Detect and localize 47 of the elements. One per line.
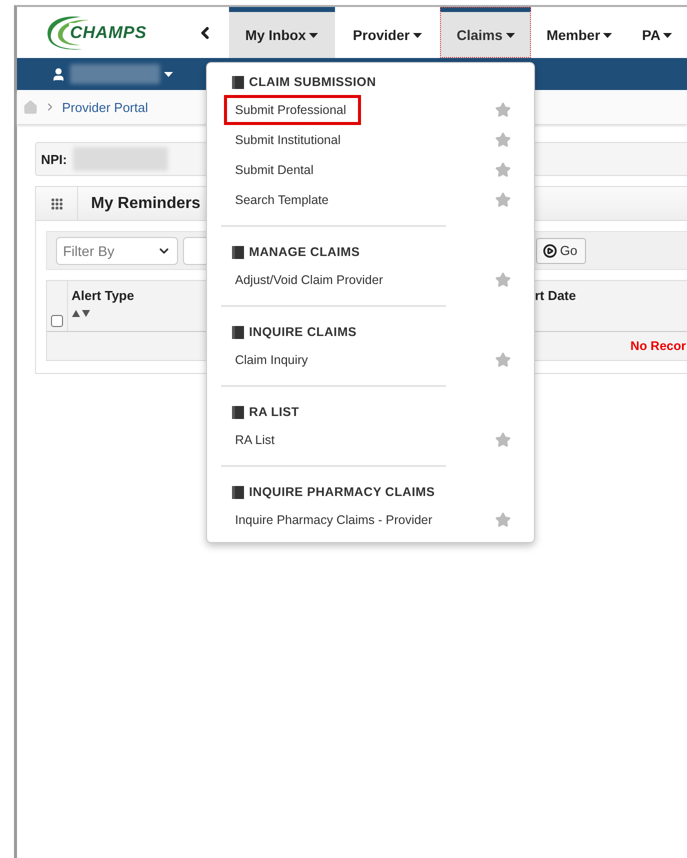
book-icon: [232, 76, 244, 88]
breadcrumb-link[interactable]: Provider Portal: [62, 100, 148, 114]
nav-tab[interactable]: My Inbox: [228, 7, 335, 58]
sort-icon[interactable]: [72, 309, 90, 317]
empty-message: No Recor: [630, 339, 686, 353]
npi-label: NPI:: [41, 152, 67, 166]
caret-icon[interactable]: [164, 72, 173, 76]
panel-title: My Reminders: [90, 194, 200, 214]
filter-select[interactable]: Filter By: [56, 236, 178, 264]
star-icon[interactable]: [495, 102, 511, 118]
star-icon[interactable]: [495, 512, 511, 528]
go-button[interactable]: Go: [536, 238, 586, 264]
menu-item[interactable]: Inquire Pharmacy Claims - Provider: [224, 505, 448, 535]
star-icon[interactable]: [495, 132, 511, 148]
section-heading: RA LIST: [249, 405, 300, 419]
menu-item[interactable]: Adjust/Void Claim Provider: [224, 265, 398, 295]
nav-tab[interactable]: Claims: [440, 7, 532, 58]
play-circle-icon: [543, 244, 557, 258]
star-icon[interactable]: [495, 192, 511, 208]
caret-icon: [308, 32, 318, 38]
user-icon: [51, 66, 66, 82]
menu-item[interactable]: Claim Inquiry: [224, 345, 323, 375]
book-icon: [232, 406, 244, 418]
menu-item[interactable]: Submit Professional: [224, 95, 362, 125]
caret-icon: [412, 32, 422, 38]
menu-item[interactable]: Search Template: [224, 185, 344, 215]
menu-item[interactable]: RA List: [224, 425, 290, 455]
star-icon[interactable]: [495, 272, 511, 288]
select-all-checkbox[interactable]: [50, 315, 63, 327]
grid-icon[interactable]: [50, 196, 64, 210]
star-icon[interactable]: [495, 352, 511, 368]
caret-icon: [663, 32, 672, 38]
book-icon: [232, 326, 244, 338]
caret-icon: [603, 32, 612, 38]
section-heading: INQUIRE PHARMACY CLAIMS: [249, 485, 435, 499]
menu-item[interactable]: Submit Dental: [224, 155, 329, 185]
column-header[interactable]: rt Date: [534, 288, 683, 303]
menu-item[interactable]: Submit Institutional: [224, 125, 356, 155]
section-heading: MANAGE CLAIMS: [249, 245, 360, 259]
section-heading: INQUIRE CLAIMS: [249, 325, 357, 339]
home-icon[interactable]: [23, 100, 38, 114]
star-icon[interactable]: [495, 162, 511, 178]
star-icon[interactable]: [495, 432, 511, 448]
caret-icon: [506, 32, 515, 38]
book-icon: [232, 486, 244, 498]
section-heading: CLAIM SUBMISSION: [249, 75, 376, 89]
book-icon: [232, 246, 244, 258]
